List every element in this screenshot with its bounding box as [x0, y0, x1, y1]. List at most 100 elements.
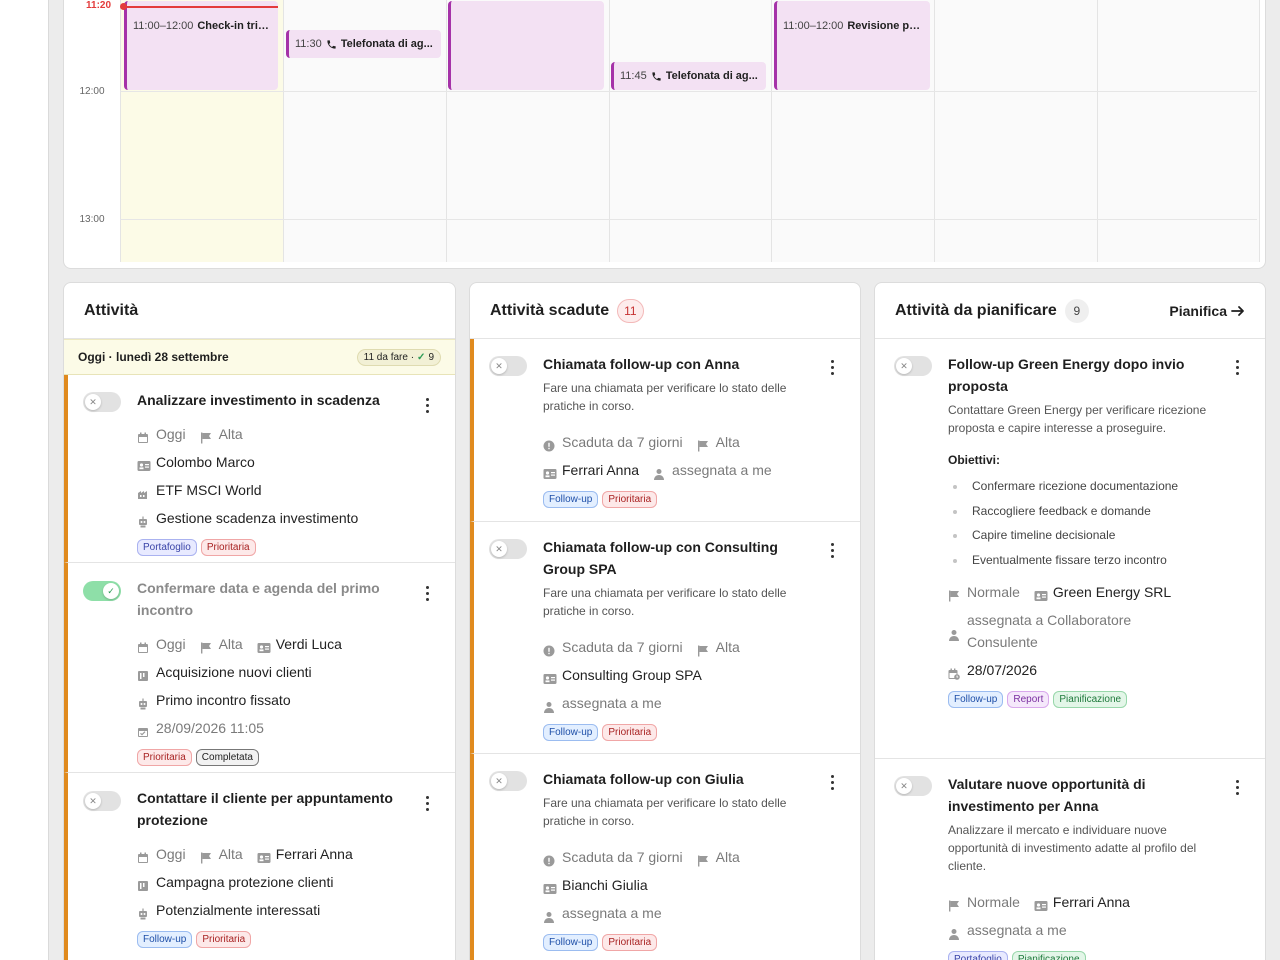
- pianifica-button[interactable]: Pianifica: [1169, 303, 1245, 319]
- task-complete-toggle[interactable]: ✕: [489, 539, 527, 559]
- calendar-check-icon: [137, 722, 149, 737]
- task-item[interactable]: ✕ Analizzare investimento in scadenza Og…: [64, 375, 455, 563]
- task-item[interactable]: ✓ Confermare data e agenda del primo inc…: [64, 563, 455, 773]
- task-priority: Normale: [948, 891, 1020, 913]
- task-completed-text: 28/09/2026 11:05: [156, 720, 264, 736]
- user-icon: [653, 464, 665, 480]
- task-priority: Alta: [200, 423, 243, 445]
- task-item[interactable]: ✕ Valutare nuove opportunità di investim…: [875, 759, 1265, 960]
- task-date: Oggi: [137, 843, 186, 865]
- flag-icon: [697, 851, 709, 867]
- task-item[interactable]: ✕ Chiamata follow-up con Giulia Fare una…: [470, 754, 860, 960]
- task-contact[interactable]: Colombo Marco: [137, 451, 405, 473]
- task-complete-toggle[interactable]: ✕: [894, 776, 932, 796]
- more-options-icon[interactable]: [824, 772, 840, 792]
- task-priority-text: Alta: [715, 434, 740, 450]
- calendar-event[interactable]: 11:00–12:00 Revisione por...: [774, 1, 930, 90]
- phone-icon: [326, 39, 337, 50]
- task-due-text: 28/07/2026: [967, 662, 1038, 678]
- tag-prioritaria: Prioritaria: [602, 491, 658, 508]
- task-contact-text: Verdi Luca: [275, 636, 342, 652]
- flag-icon: [200, 638, 212, 654]
- task-contact[interactable]: Ferrari Anna: [1034, 891, 1130, 913]
- arrow-right-icon: [1231, 304, 1245, 318]
- robot-icon: [137, 904, 149, 920]
- task-assignee-text: assegnata a me: [562, 695, 662, 711]
- task-title: Confermare data e agenda del primo incon…: [137, 580, 380, 618]
- contact-card-icon: [1034, 896, 1048, 911]
- task-description: Analizzare il mercato e individuare nuov…: [948, 823, 1197, 873]
- task-date-text: Oggi: [156, 636, 186, 652]
- calendar-event[interactable]: 11:30 Telefonata di ag...: [286, 30, 441, 58]
- task-item[interactable]: ✕ Follow-up Green Energy dopo invio prop…: [875, 339, 1265, 759]
- hour-gridline: [120, 219, 1257, 220]
- calendar-day-column[interactable]: [934, 0, 1097, 262]
- contact-card-icon: [543, 879, 557, 894]
- task-completed-at: 28/09/2026 11:05: [137, 717, 405, 739]
- panel-attivita: Attività Oggi · lunedì 28 settembre 11 d…: [63, 282, 456, 960]
- task-complete-toggle[interactable]: ✕: [489, 771, 527, 791]
- task-priority: Normale: [948, 581, 1020, 603]
- calendar-event[interactable]: 11:45 Telefonata di ag...: [611, 62, 766, 90]
- alert-icon: [543, 851, 555, 867]
- task-process-text: Gestione scadenza investimento: [156, 510, 359, 526]
- task-complete-toggle[interactable]: ✕: [83, 791, 121, 811]
- calendar-day-column[interactable]: [1097, 0, 1260, 262]
- panel-header: Attività da pianificare 9 Pianifica: [875, 283, 1265, 339]
- more-options-icon[interactable]: [419, 793, 435, 813]
- tag-pianificazione: Pianificazione: [1053, 691, 1128, 708]
- task-complete-toggle[interactable]: ✕: [489, 356, 527, 376]
- calendar-event[interactable]: [448, 1, 604, 90]
- check-icon: ✓: [107, 586, 115, 596]
- task-title: Valutare nuove opportunità di investimen…: [948, 776, 1146, 814]
- task-contact[interactable]: Consulting Group SPA: [543, 664, 810, 686]
- tag-follow-up: Follow-up: [543, 934, 599, 951]
- tag-follow-up: Follow-up: [543, 724, 599, 741]
- more-options-icon[interactable]: [419, 395, 435, 415]
- tag-completata: Completata: [195, 749, 259, 766]
- task-date-text: Oggi: [156, 846, 186, 862]
- task-item[interactable]: ✕ Chiamata follow-up con Consulting Grou…: [470, 522, 860, 754]
- task-contact[interactable]: Verdi Luca: [257, 633, 342, 655]
- task-contact-text: Bianchi Giulia: [562, 877, 648, 893]
- alert-icon: [543, 436, 555, 452]
- task-product: ETF MSCI World: [137, 479, 405, 501]
- task-contact[interactable]: Ferrari Anna: [257, 843, 353, 865]
- tag-report: Report: [1007, 691, 1050, 708]
- task-priority-text: Alta: [218, 636, 243, 652]
- task-item[interactable]: ✕ Chiamata follow-up con Anna Fare una c…: [470, 339, 860, 522]
- done-count: 9: [428, 351, 434, 363]
- more-options-icon[interactable]: [1229, 357, 1245, 377]
- today-label: Oggi · lunedì 28 settembre: [78, 350, 229, 364]
- task-contact[interactable]: Ferrari Anna: [543, 459, 639, 481]
- calendar-day-column[interactable]: [609, 0, 771, 262]
- tag-prioritaria: Prioritaria: [602, 724, 658, 741]
- task-process-text: Primo incontro fissato: [156, 692, 291, 708]
- calendar-icon: [137, 848, 149, 863]
- task-complete-toggle[interactable]: ✓: [83, 581, 121, 601]
- task-title: Contattare il cliente per appuntamento p…: [137, 790, 393, 828]
- more-options-icon[interactable]: [824, 357, 840, 377]
- task-complete-toggle[interactable]: ✕: [894, 356, 932, 376]
- overdue-count-badge: 11: [617, 298, 644, 323]
- task-contact[interactable]: Bianchi Giulia: [543, 874, 810, 896]
- task-contact-text: Ferrari Anna: [562, 462, 640, 478]
- task-description: Fare una chiamata per verificare lo stat…: [543, 796, 787, 828]
- task-contact[interactable]: Green Energy SRL: [1034, 581, 1171, 603]
- event-time: 11:45: [620, 70, 647, 82]
- task-process: Primo incontro fissato: [137, 689, 405, 711]
- more-options-icon[interactable]: [419, 583, 435, 603]
- calendar-week-view: 12:00 13:00 11:00–12:00 Check-in trim...…: [63, 0, 1266, 269]
- task-item[interactable]: ✕ Contattare il cliente per appuntamento…: [64, 773, 455, 960]
- task-complete-toggle[interactable]: ✕: [83, 392, 121, 412]
- alert-icon: [543, 641, 555, 657]
- current-time-line: [124, 6, 278, 8]
- calendar-event[interactable]: 11:00–12:00 Check-in trim...: [124, 1, 278, 90]
- task-overdue-text: Scaduta da 7 giorni: [562, 639, 683, 655]
- more-options-icon[interactable]: [1229, 777, 1245, 797]
- contact-card-icon: [543, 669, 557, 684]
- close-icon: ✕: [900, 781, 908, 791]
- task-campaign-text: Campagna protezione clienti: [156, 874, 334, 890]
- more-options-icon[interactable]: [824, 540, 840, 560]
- task-contact-text: Ferrari Anna: [275, 846, 353, 862]
